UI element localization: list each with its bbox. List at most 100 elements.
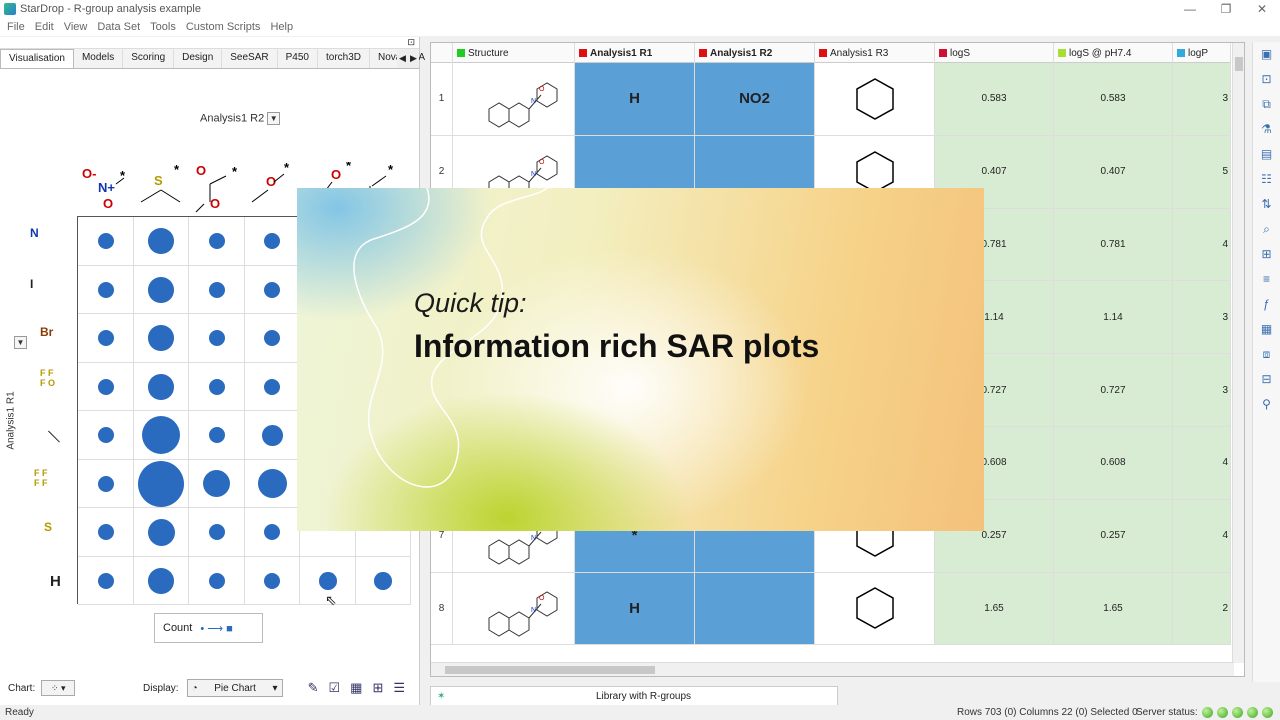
checklist-icon[interactable]: ☑ xyxy=(328,680,340,696)
structure-cell[interactable]: NO xyxy=(453,63,575,135)
logp-cell[interactable]: 4 xyxy=(1173,208,1231,281)
sar-marker[interactable] xyxy=(97,524,114,541)
logs-cell[interactable]: 1.65 xyxy=(935,572,1054,645)
sar-marker[interactable] xyxy=(97,378,114,395)
scroll-thumb[interactable] xyxy=(1235,57,1243,71)
tool-icon-2[interactable]: ⊡ xyxy=(1253,67,1280,92)
tool-icon-10[interactable]: ≡ xyxy=(1253,267,1280,292)
tab-right-icon[interactable]: ▶ xyxy=(408,49,419,68)
header-logs[interactable]: logS xyxy=(935,43,1054,63)
logp-cell[interactable]: 4 xyxy=(1173,499,1231,572)
r1-cell[interactable]: H xyxy=(575,63,695,135)
logp-cell[interactable]: 4 xyxy=(1173,427,1231,499)
sar-marker[interactable] xyxy=(97,281,114,298)
r3-cell[interactable] xyxy=(815,572,935,645)
logs-ph-cell[interactable]: 0.257 xyxy=(1054,499,1173,572)
tool-icon-15[interactable]: ⚲ xyxy=(1253,392,1280,417)
sar-marker[interactable] xyxy=(208,233,225,250)
logp-cell[interactable]: 5 xyxy=(1173,135,1231,208)
menu-edit[interactable]: Edit xyxy=(35,21,54,33)
r2-cell[interactable] xyxy=(695,572,815,645)
tab-scoring[interactable]: Scoring xyxy=(123,49,175,68)
function-icon[interactable]: ƒ xyxy=(1253,292,1280,317)
sar-marker[interactable] xyxy=(208,572,225,589)
sar-marker[interactable] xyxy=(208,427,225,444)
sar-marker[interactable] xyxy=(257,469,287,499)
sar-marker[interactable] xyxy=(138,460,185,507)
sar-marker[interactable] xyxy=(208,378,225,395)
header-r2[interactable]: Analysis1 R2 xyxy=(695,43,815,63)
x-axis-dropdown[interactable]: ▼ xyxy=(267,112,281,125)
minimize-icon[interactable]: — xyxy=(1172,0,1208,18)
logs-cell[interactable]: 0.583 xyxy=(935,63,1054,135)
logs-ph-cell[interactable]: 0.407 xyxy=(1054,135,1173,208)
export-icon[interactable]: ⊞ xyxy=(372,680,383,696)
logp-cell[interactable]: 2 xyxy=(1173,572,1231,645)
sar-marker[interactable] xyxy=(148,567,175,594)
tool-icon-1[interactable]: ▣ xyxy=(1253,42,1280,67)
sar-marker[interactable] xyxy=(147,518,175,546)
header-structure[interactable]: Structure xyxy=(453,43,575,63)
menu-view[interactable]: View xyxy=(64,21,88,33)
tool-icon-3[interactable]: ⧉ xyxy=(1253,92,1280,117)
sar-marker[interactable] xyxy=(264,572,281,589)
tab-design[interactable]: Design xyxy=(174,49,223,68)
sar-marker[interactable] xyxy=(148,228,175,255)
menu-custom-scripts[interactable]: Custom Scripts xyxy=(186,21,261,33)
sar-marker[interactable] xyxy=(264,378,281,395)
header-r3[interactable]: Analysis1 R3 xyxy=(815,43,935,63)
pin-icon[interactable]: ⊡ xyxy=(407,37,415,48)
r1-cell[interactable]: H xyxy=(575,572,695,645)
tab-models[interactable]: Models xyxy=(74,49,124,68)
y-axis-dropdown[interactable]: ▼ xyxy=(14,336,27,349)
tool-icon-4[interactable]: ⚗ xyxy=(1253,117,1280,142)
sar-marker[interactable] xyxy=(97,475,114,492)
tool-icon-9[interactable]: ⊞ xyxy=(1253,242,1280,267)
sar-marker[interactable] xyxy=(97,572,114,589)
logs-ph-cell[interactable]: 0.608 xyxy=(1054,427,1173,499)
structure-cell[interactable]: NO xyxy=(453,572,575,645)
logp-cell[interactable]: 3 xyxy=(1173,63,1231,135)
close-icon[interactable]: ✕ xyxy=(1244,0,1280,18)
horizontal-scrollbar[interactable] xyxy=(431,662,1234,676)
logs-ph-cell[interactable]: 0.583 xyxy=(1054,63,1173,135)
sar-marker[interactable] xyxy=(264,281,281,298)
logp-cell[interactable]: 3 xyxy=(1173,354,1231,426)
r2-cell[interactable]: NO2 xyxy=(695,63,815,135)
menu-tools[interactable]: Tools xyxy=(150,21,176,33)
tab-torch3d[interactable]: torch3D xyxy=(318,49,370,68)
header-r1[interactable]: Analysis1 R1 xyxy=(575,43,695,63)
tool-icon-14[interactable]: ⊟ xyxy=(1253,367,1280,392)
grid-icon[interactable]: ▦ xyxy=(350,680,362,696)
sar-marker[interactable] xyxy=(208,524,225,541)
search-icon[interactable]: ⌕ xyxy=(1253,217,1280,242)
table-row[interactable]: 8 N O H 1.65 1.65 2 xyxy=(431,572,1231,646)
sar-marker[interactable] xyxy=(208,330,225,347)
sar-marker[interactable] xyxy=(208,281,225,298)
table-row[interactable]: 1 N O H NO2 0.583 0.583 3 xyxy=(431,63,1231,136)
logs-ph-cell[interactable]: 0.727 xyxy=(1054,354,1173,426)
menu-help[interactable]: Help xyxy=(270,21,293,33)
tab-visualisation[interactable]: Visualisation xyxy=(0,49,74,68)
menu-icon[interactable]: ☰ xyxy=(393,680,405,696)
sar-marker[interactable] xyxy=(148,276,175,303)
logs-ph-cell[interactable]: 0.781 xyxy=(1054,208,1173,281)
header-logp[interactable]: logP xyxy=(1173,43,1231,63)
tool-icon-13[interactable]: ⧈ xyxy=(1253,342,1280,367)
r3-cell[interactable] xyxy=(815,63,935,135)
tool-icon-7[interactable]: ⇅ xyxy=(1253,192,1280,217)
sar-marker[interactable] xyxy=(148,325,175,352)
tool-icon-6[interactable]: ☷ xyxy=(1253,167,1280,192)
menu-file[interactable]: File xyxy=(7,21,25,33)
sar-marker[interactable] xyxy=(148,373,175,400)
maximize-icon[interactable]: ❐ xyxy=(1208,0,1244,18)
logs-ph-cell[interactable]: 1.65 xyxy=(1054,572,1173,645)
sar-marker[interactable] xyxy=(97,330,114,347)
row-number[interactable]: 8 xyxy=(431,572,453,645)
sheet-tab[interactable]: ✶ Library with R-groups xyxy=(430,686,838,706)
chart-type-button[interactable]: ⁘ ▾ xyxy=(41,680,76,696)
sar-marker[interactable] xyxy=(318,571,337,590)
sar-marker[interactable] xyxy=(97,427,114,444)
edit-icon[interactable]: ✎ xyxy=(308,680,319,696)
sar-marker[interactable] xyxy=(97,233,114,250)
